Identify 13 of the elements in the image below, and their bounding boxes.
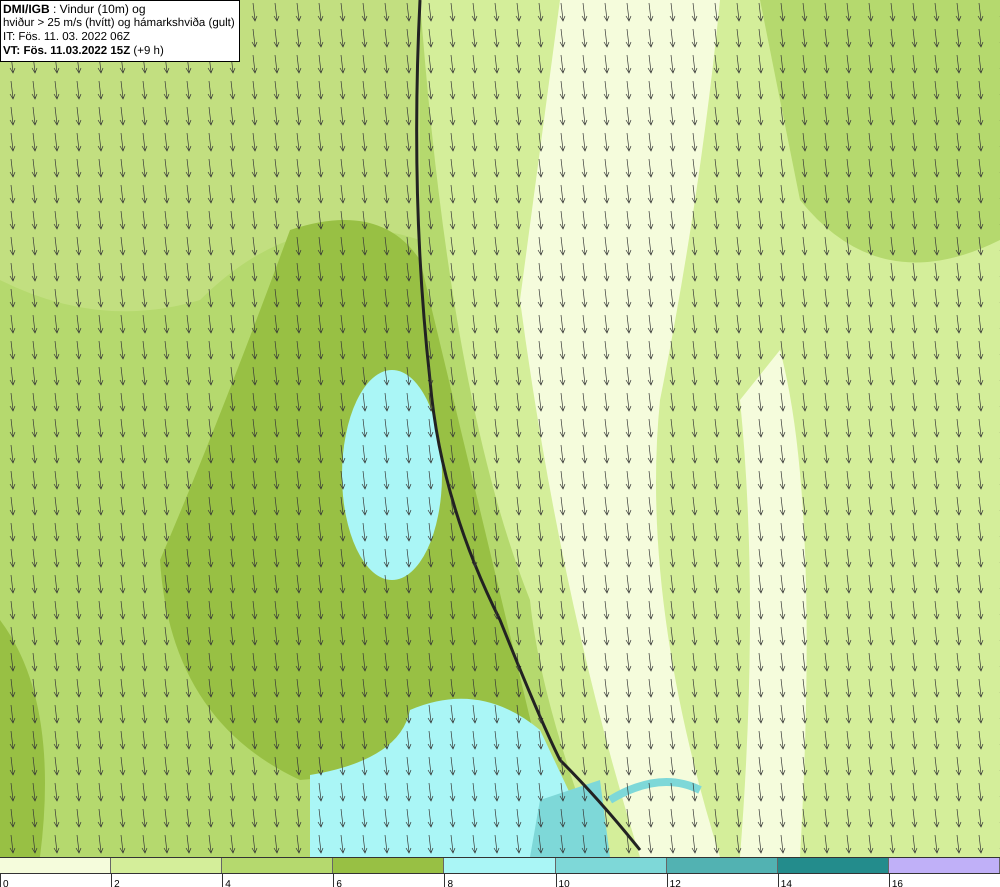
legend-tick-label: 4 xyxy=(224,878,231,887)
legend-tick-label: 0 xyxy=(2,878,9,887)
legend-tick-label: 6 xyxy=(335,878,342,887)
legend-tick-label: 12 xyxy=(668,878,681,887)
legend-tick-label: 2 xyxy=(113,878,120,887)
legend-tick-label: 8 xyxy=(446,878,453,887)
info-text: VT: Fös. 11.03.2022 15Z (+9 h) xyxy=(3,44,165,58)
legend-tick-label: 16 xyxy=(890,878,903,887)
legend-tick-label: 10 xyxy=(558,878,570,887)
info-text: IT: Fös. 11. 03. 2022 06Z xyxy=(3,30,131,44)
legend-tick-label: 14 xyxy=(780,878,792,887)
info-text: DMI/IGB : Vindur (10m) og xyxy=(3,2,146,16)
info-text: hviður > 25 m/s (hvítt) og hámarkshviða (gult) xyxy=(3,16,235,30)
